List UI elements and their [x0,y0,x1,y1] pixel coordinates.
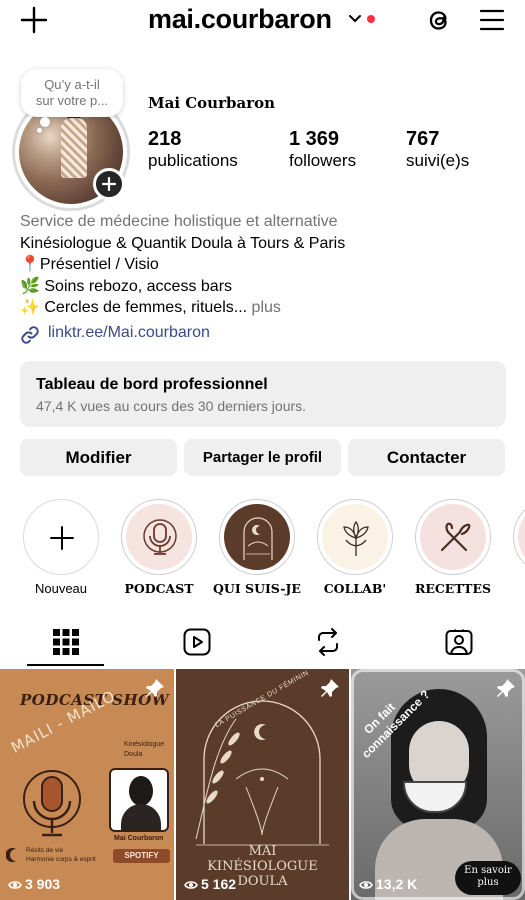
post-tile-podcast[interactable]: PODCAST SHOW MAILI - MAILO Kinésiologue … [0,669,174,900]
bio-line: 🌿 Soins rebozo, access bars [20,277,233,295]
grid-icon [53,629,79,655]
pin-icon [497,679,515,697]
tab-reels[interactable] [131,622,261,668]
stat-followers[interactable]: 1 369 followers [289,128,356,172]
threads-icon[interactable] [426,6,452,34]
bio-line: Kinésiologue & Quantik Doula à Tours & P… [20,234,346,252]
post-name: MAI [248,844,277,859]
eye-icon [359,881,373,889]
tagged-person-icon [445,629,473,655]
note-bubble-tail [40,117,50,127]
whisk-icon [440,522,471,552]
note-bubble-tail-small [37,128,42,133]
post-tag-1: Kinésiologue [124,741,165,748]
cta-bubble: En savoir plus [455,861,521,895]
bio-line: 📍Présentiel / Visio [20,256,159,273]
pin-icon [321,679,339,697]
bio-line-text: ✨ Cercles de femmes, rituels... [20,299,248,316]
profile-bio: Service de médecine holistique et altern… [20,211,510,319]
share-profile-button[interactable]: Partager le profil [184,439,341,476]
crescent-icon [6,848,16,862]
edit-profile-button[interactable]: Modifier [20,439,177,476]
views-count: 5 162 [201,876,237,892]
cta-line-2: plus [477,877,499,888]
active-tab-indicator [27,664,104,666]
note-line-2: sur votre p... [35,93,109,108]
username-title[interactable]: mai.courbaron [148,4,332,35]
cta-line-1: En savoir [464,865,512,876]
contact-button[interactable]: Contacter [348,439,505,476]
highlight-recettes[interactable]: RECETTES [415,499,491,596]
post-footnote-2: Harmonie corps & esprit [26,856,96,863]
bio-more-link[interactable]: plus [252,299,281,316]
eye-icon [8,881,22,889]
post-tile-feminin[interactable]: LA PUISSANCE DU FÉMININ MAI KINÉSIOLOGUE… [176,669,349,900]
tab-reposts[interactable] [262,622,392,668]
link-icon [21,326,39,344]
dashboard-title: Tableau de bord professionnel [36,376,268,393]
highlight-label: RECETTES [414,581,492,596]
post-footnote-1: Récits de vie [26,847,64,854]
eye-icon [184,881,198,889]
highlight-partial[interactable] [513,499,525,575]
post-photo [109,768,169,832]
moon-arch-icon [243,517,273,560]
stat-label: publications [148,151,238,170]
post-tag-2: Doula [124,751,143,758]
reels-icon [183,628,211,656]
stat-value: 1 369 [289,128,340,150]
tab-grid[interactable] [0,622,130,668]
repost-icon [318,628,338,656]
post-subtitle-1: KINÉSIOLOGUE [207,859,318,874]
create-plus-icon[interactable] [20,6,48,34]
top-bar: mai.courbaron [0,0,525,44]
stat-publications[interactable]: 218 publications [148,128,238,172]
highlight-collab[interactable]: COLLAB' [317,499,393,596]
stat-value: 218 [148,128,182,150]
views-count: 13,2 K [376,876,418,892]
spotify-badge: SPOTIFY [113,849,170,863]
highlight-qui-suis-je[interactable]: QUI SUIS-JE [213,499,301,596]
highlight-new[interactable]: Nouveau [23,499,99,596]
flower-icon [343,520,369,556]
professional-dashboard[interactable]: Tableau de bord professionnel 47,4 K vue… [20,361,506,427]
post-views: 13,2 K [359,876,417,892]
stat-label: followers [289,151,357,170]
stat-following[interactable]: 767 suivi(e)s [406,128,469,172]
microphone-icon [23,770,81,837]
dashboard-subtitle: 47,4 K vues au cours des 30 derniers jou… [36,398,307,414]
bio-line: ✨ Cercles de femmes, rituels... plus [20,297,510,319]
views-count: 3 903 [25,876,61,892]
stat-value: 767 [406,128,440,150]
post-tile-connaissance[interactable]: On fait connaissance ? En savoir plus 13… [351,669,525,900]
stat-label: suivi(e)s [406,151,470,170]
notification-dot [367,15,375,23]
note-line-1: Qu’y a-t-il [44,77,100,92]
pin-icon [146,679,164,697]
microphone-icon [143,519,177,555]
profile-full-name: Mai Courbaron [148,94,276,112]
post-views: 3 903 [8,876,60,892]
note-bubble[interactable]: Qu’y a-t-il sur votre p... [21,69,123,117]
highlight-podcast[interactable]: PODCAST [121,499,197,596]
bio-category: Service de médecine holistique et altern… [20,213,338,230]
plus-icon [102,177,116,191]
post-caption: Mai Courbaron [114,835,164,842]
chevron-down-icon[interactable] [348,14,362,24]
bio-link-text[interactable]: linktr.ee/Mai.courbaron [48,324,210,342]
plus-icon [50,526,74,550]
post-views: 5 162 [184,876,236,892]
menu-icon[interactable] [479,8,505,32]
add-story-button[interactable] [93,168,125,200]
tab-tagged[interactable] [393,622,523,668]
